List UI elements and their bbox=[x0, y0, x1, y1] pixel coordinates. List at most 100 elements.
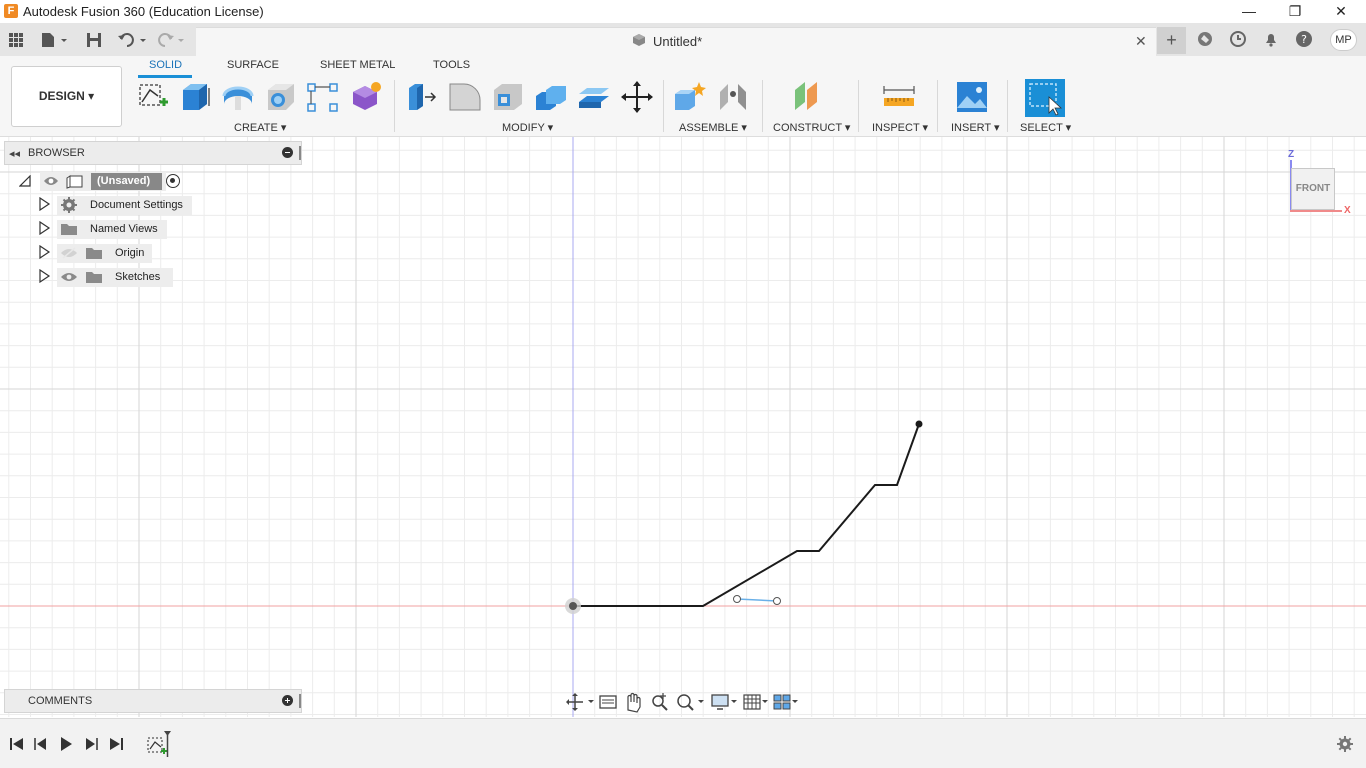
job-status-icon[interactable] bbox=[1226, 29, 1250, 51]
joint-icon[interactable] bbox=[716, 80, 750, 114]
create-form-icon[interactable] bbox=[349, 80, 383, 114]
collapse-root-icon[interactable] bbox=[18, 174, 31, 187]
browser-resize-handle[interactable] bbox=[299, 146, 301, 160]
visibility-eye-icon[interactable] bbox=[43, 175, 59, 187]
redo-icon[interactable] bbox=[156, 30, 188, 50]
constraint-point[interactable] bbox=[773, 597, 781, 605]
collapse-browser-icon[interactable]: ◂◂ bbox=[9, 147, 20, 160]
component-icon bbox=[66, 174, 84, 189]
restore-button[interactable]: ❐ bbox=[1272, 0, 1318, 23]
offset-face-icon[interactable] bbox=[577, 80, 611, 114]
select-tool-icon[interactable] bbox=[1025, 79, 1065, 117]
move-icon[interactable] bbox=[620, 80, 654, 114]
constraint-point[interactable] bbox=[733, 595, 741, 603]
root-component-label: (Unsaved) bbox=[97, 175, 151, 187]
expand-arrow-icon[interactable] bbox=[37, 196, 51, 212]
go-to-end-icon[interactable] bbox=[108, 736, 124, 752]
help-icon[interactable]: ? bbox=[1292, 29, 1316, 51]
assemble-menu[interactable]: ASSEMBLE ▾ bbox=[679, 121, 747, 134]
construct-menu[interactable]: CONSTRUCT ▾ bbox=[773, 121, 850, 134]
fusion-logo-icon: F bbox=[4, 4, 18, 18]
fit-icon bbox=[677, 694, 704, 711]
tab-surface[interactable]: SURFACE bbox=[227, 59, 279, 71]
insert-menu[interactable]: INSERT ▾ bbox=[951, 121, 1000, 134]
zoom-icon bbox=[652, 693, 668, 711]
add-comment-icon[interactable] bbox=[282, 695, 293, 706]
save-icon[interactable] bbox=[84, 30, 104, 50]
tab-solid[interactable]: SOLID bbox=[149, 59, 182, 71]
select-menu[interactable]: SELECT ▾ bbox=[1020, 121, 1071, 134]
canvas-grid bbox=[0, 137, 1366, 717]
shell-icon[interactable] bbox=[491, 80, 525, 114]
offset-plane-icon[interactable] bbox=[793, 80, 827, 114]
minimize-browser-icon[interactable] bbox=[282, 147, 293, 158]
hole-icon[interactable] bbox=[264, 80, 298, 114]
tree-item-label: Document Settings bbox=[90, 199, 183, 211]
document-title: Untitled* bbox=[653, 34, 703, 49]
data-panel-grid-icon[interactable] bbox=[6, 30, 26, 50]
inspect-menu[interactable]: INSPECT ▾ bbox=[872, 121, 928, 134]
folder-icon bbox=[85, 246, 103, 260]
sketch-endpoint[interactable] bbox=[915, 420, 923, 428]
create-sketch-icon[interactable] bbox=[136, 80, 170, 114]
new-component-icon[interactable] bbox=[673, 80, 707, 114]
extensions-icon[interactable] bbox=[1193, 29, 1217, 51]
measure-icon[interactable] bbox=[882, 80, 916, 114]
tab-sheet-metal[interactable]: SHEET METAL bbox=[320, 59, 395, 71]
svg-text:?: ? bbox=[1301, 33, 1307, 46]
modify-menu[interactable]: MODIFY ▾ bbox=[502, 121, 553, 134]
insert-image-icon[interactable] bbox=[955, 80, 989, 114]
minimize-button[interactable]: — bbox=[1226, 0, 1272, 23]
toolbar-separator bbox=[858, 80, 859, 132]
expand-arrow-icon[interactable] bbox=[37, 220, 51, 236]
timeline-sketch-feature-icon[interactable] bbox=[145, 729, 175, 759]
visibility-eye-icon[interactable] bbox=[60, 271, 78, 283]
toolbar-separator bbox=[394, 80, 395, 132]
file-menu-icon[interactable] bbox=[38, 30, 70, 50]
expand-arrow-icon[interactable] bbox=[37, 244, 51, 260]
step-back-icon[interactable] bbox=[33, 736, 49, 752]
viewcube-x-axis bbox=[1290, 210, 1342, 212]
activate-radio-icon[interactable] bbox=[166, 174, 180, 188]
user-avatar[interactable]: MP bbox=[1330, 29, 1357, 51]
tab-tools[interactable]: TOOLS bbox=[433, 59, 470, 71]
origin-point-center bbox=[569, 602, 577, 610]
combine-icon[interactable] bbox=[534, 80, 568, 114]
sketch-profile-line[interactable] bbox=[573, 423, 920, 607]
toolbar-separator bbox=[663, 80, 664, 132]
toolbar-separator bbox=[1007, 80, 1008, 132]
close-document-button[interactable]: ✕ bbox=[1135, 33, 1147, 50]
extrude-icon[interactable] bbox=[179, 80, 213, 114]
create-menu[interactable]: CREATE ▾ bbox=[234, 121, 286, 134]
design-canvas[interactable] bbox=[0, 137, 1366, 717]
press-pull-icon[interactable] bbox=[405, 80, 439, 114]
window-title: Autodesk Fusion 360 (Education License) bbox=[23, 4, 264, 19]
timeline-settings-gear-icon[interactable] bbox=[1336, 735, 1354, 753]
new-tab-button[interactable]: + bbox=[1157, 27, 1186, 54]
comments-title: COMMENTS bbox=[28, 695, 93, 707]
hidden-eye-icon[interactable] bbox=[60, 247, 78, 259]
document-cube-icon bbox=[632, 33, 646, 47]
display-settings-icon bbox=[711, 694, 737, 710]
viewcube[interactable]: FRONT bbox=[1291, 168, 1335, 210]
z-axis-label: Z bbox=[1288, 149, 1295, 160]
play-icon[interactable] bbox=[58, 736, 74, 752]
active-tab-indicator bbox=[138, 75, 192, 78]
workspace-switcher[interactable]: DESIGN ▾ bbox=[11, 66, 122, 127]
fillet-icon[interactable] bbox=[448, 80, 482, 114]
browser-title: BROWSER bbox=[28, 147, 85, 159]
revolve-icon[interactable] bbox=[221, 80, 255, 114]
notifications-bell-icon[interactable] bbox=[1259, 29, 1283, 51]
undo-icon[interactable] bbox=[116, 30, 148, 50]
x-axis-label: X bbox=[1344, 205, 1351, 216]
tree-item-label: Named Views bbox=[90, 223, 158, 235]
expand-arrow-icon[interactable] bbox=[37, 268, 51, 284]
sketch-constraint-line bbox=[736, 598, 778, 602]
tree-item-label: Origin bbox=[115, 247, 145, 259]
pattern-icon[interactable] bbox=[306, 80, 340, 114]
go-to-start-icon[interactable] bbox=[9, 736, 25, 752]
comments-resize-handle[interactable] bbox=[299, 694, 301, 708]
folder-icon bbox=[60, 222, 78, 236]
close-window-button[interactable]: ✕ bbox=[1318, 0, 1364, 23]
step-forward-icon[interactable] bbox=[83, 736, 99, 752]
